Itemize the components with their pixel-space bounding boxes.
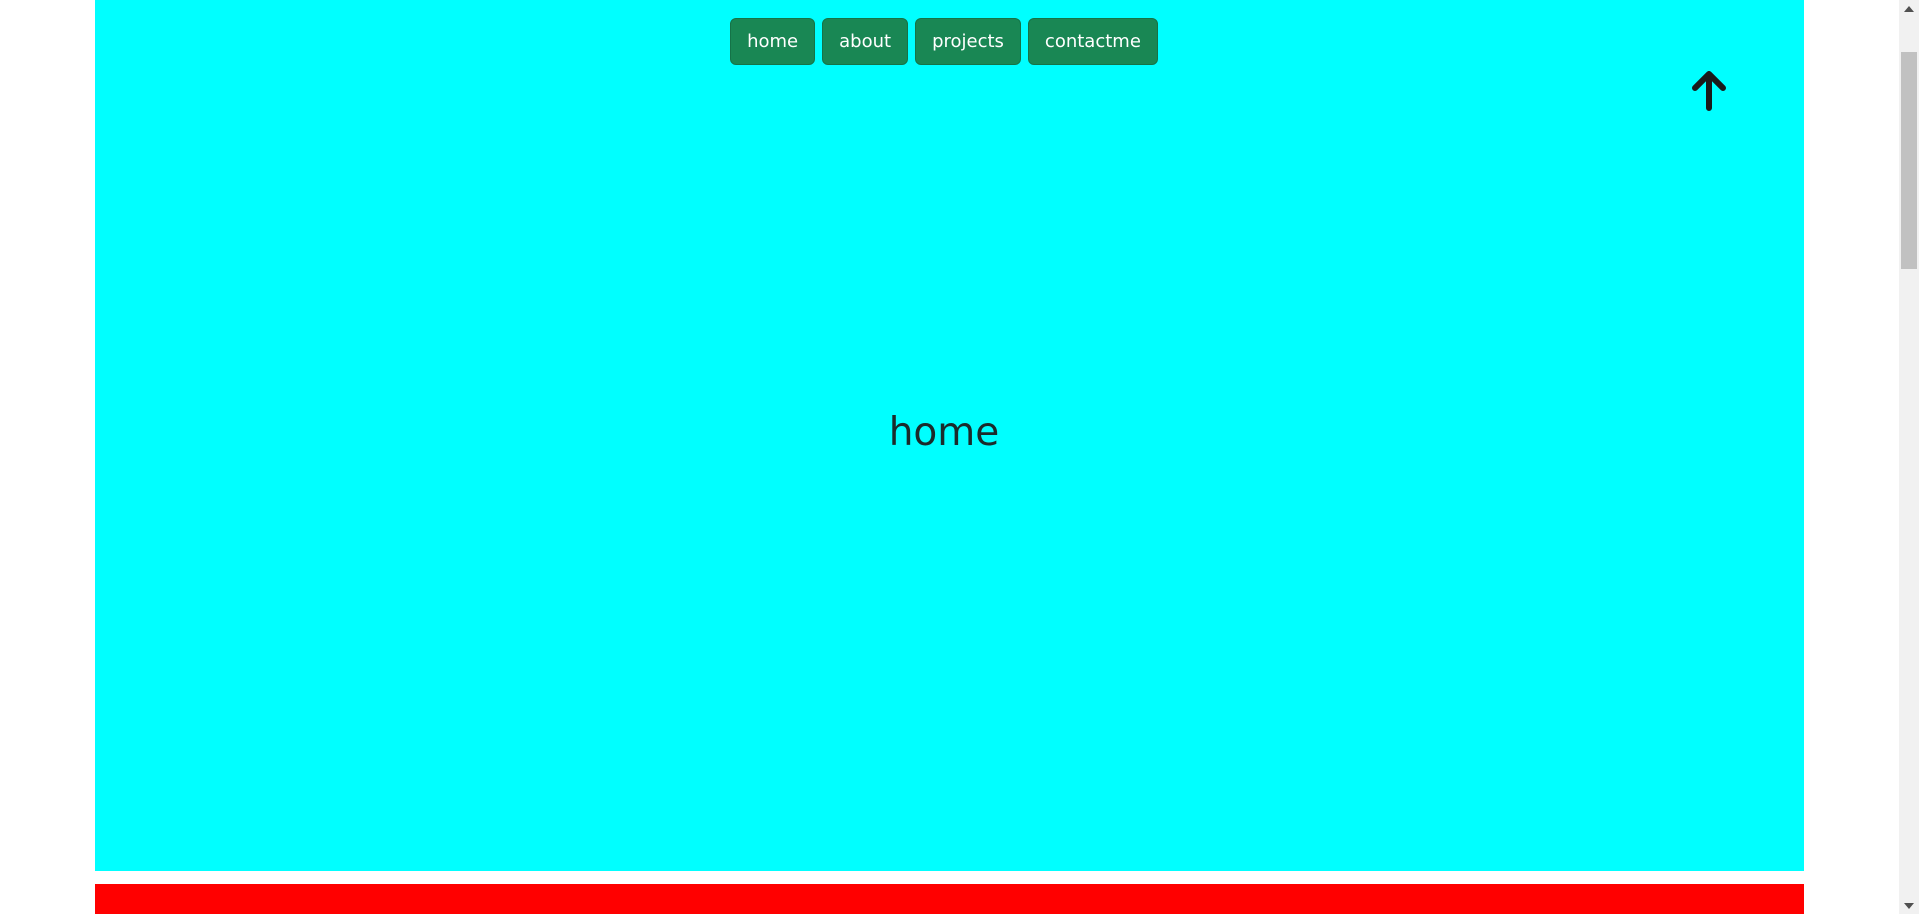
scroll-up-arrow[interactable] bbox=[1899, 0, 1919, 17]
triangle-down-icon bbox=[1904, 902, 1914, 909]
hero-title: home bbox=[888, 410, 1000, 455]
nav-contactme-button[interactable]: contactme bbox=[1027, 18, 1158, 65]
home-section: home about projects contactme home bbox=[95, 0, 1804, 871]
page-viewport: home about projects contactme home bbox=[0, 0, 1899, 914]
nav-home-button[interactable]: home bbox=[730, 18, 816, 65]
triangle-up-icon bbox=[1904, 5, 1914, 12]
nav-about-button[interactable]: about bbox=[822, 18, 909, 65]
arrow-up-icon[interactable] bbox=[1689, 68, 1729, 112]
top-nav: home about projects contactme bbox=[95, 18, 1804, 65]
next-section bbox=[95, 884, 1804, 914]
scroll-down-arrow[interactable] bbox=[1899, 897, 1919, 914]
page-scrollbar[interactable] bbox=[1899, 0, 1919, 914]
scrollbar-thumb[interactable] bbox=[1901, 52, 1917, 269]
nav-projects-button[interactable]: projects bbox=[915, 18, 1021, 65]
